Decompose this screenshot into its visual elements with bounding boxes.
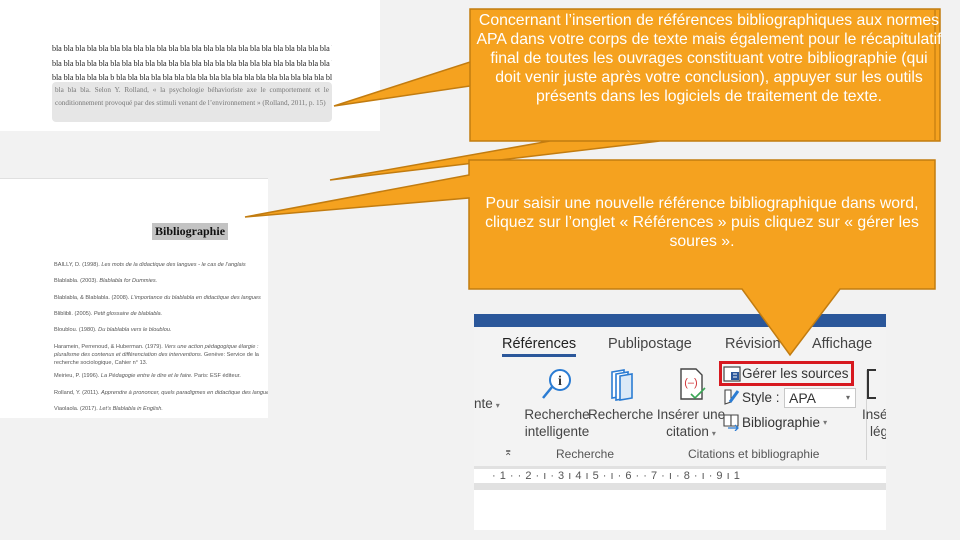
chevron-down-icon: ▾ xyxy=(845,393,850,402)
horizontal-ruler[interactable]: · 1 · · 2 · ı · 3 ı 4 ı 5 · ı · 6 · · 7 … xyxy=(474,469,886,483)
researcher-button[interactable]: Recherche xyxy=(588,366,653,423)
word-ribbon: Références Publipostage Révision Afficha… xyxy=(474,314,886,530)
smart-lookup-icon: i xyxy=(542,369,571,399)
bibliography-entry: BAILLY, D. (1998). Les mots de la didact… xyxy=(54,262,246,268)
bibliography-entry: Bloublou. (1980). Du blablabla vers le b… xyxy=(54,327,172,334)
body-text: bla bla bla bla bla bla bla bla bla bla … xyxy=(52,42,332,86)
body-line: bla bla bla bla bla bla bla bla bla bla … xyxy=(52,44,332,53)
insert-caption-button-cut[interactable]: Insé lég xyxy=(862,366,886,440)
smart-lookup-button[interactable]: i Recherche intelligente xyxy=(518,366,596,440)
bibliography-entry: Viaolaola. (2017). Let’s Blablabla in En… xyxy=(54,406,163,413)
svg-text:i: i xyxy=(558,374,562,389)
group-label-research: Recherche xyxy=(556,447,615,461)
bibliography-entry: Rolland, Y. (2011). Apprendre à prononce… xyxy=(54,389,268,396)
svg-text:(–): (–) xyxy=(684,377,697,389)
tab-mailings[interactable]: Publipostage xyxy=(608,336,692,352)
document-excerpt-citation: bla bla bla bla bla bla bla bla bla bla … xyxy=(0,0,380,131)
document-page xyxy=(474,490,886,530)
highlighted-citation: bla bla bla. Selon Y. Rolland, « la psyc… xyxy=(52,82,332,122)
insert-caption-icon xyxy=(867,369,876,399)
bibliography-title: Bibliographie xyxy=(152,223,229,240)
tab-view[interactable]: Affichage xyxy=(812,336,872,352)
bibliography-entry: Bliblibli. (2005). Petit glossaire de bl… xyxy=(54,310,163,317)
bibliography-entry: Blablabla, & Blablabla. (2008). L’import… xyxy=(54,294,261,301)
insert-citation-icon: (–) xyxy=(680,368,706,400)
style-icon xyxy=(724,389,740,405)
style-select[interactable]: APA ▾ xyxy=(784,388,856,408)
tab-review[interactable]: Révision xyxy=(725,336,781,352)
researcher-icon xyxy=(611,369,633,401)
bibliography-entry: Haramein, Perrenoud, & Huberman. (1979).… xyxy=(54,344,259,367)
bibliography-entry: Blablabla. (2003). Blablabla for Dummies… xyxy=(54,278,158,285)
group-label-citations: Citations et bibliographie xyxy=(688,447,820,461)
bibliography-entry: Meirieu, P. (1996). La Pédagogie entre l… xyxy=(54,373,241,380)
footnote-dropdown-cut[interactable]: nte ▾ xyxy=(474,395,500,414)
bibliography-button[interactable]: Bibliographie ▾ xyxy=(722,413,827,431)
title-bar xyxy=(474,314,886,327)
callout-intro-text: Concernant l’insertion de références bib… xyxy=(476,12,942,105)
callout-instruction-text: Pour saisir une nouvelle référence bibli… xyxy=(485,195,919,250)
insert-citation-button[interactable]: (–) Insérer une citation ▾ xyxy=(656,366,726,442)
body-line: bla bla bla bla bla bla bla bla bla bla … xyxy=(52,58,332,68)
document-excerpt-bibliography: Bibliographie BAILLY, D. (1998). Les mot… xyxy=(0,178,268,418)
dialog-launcher-icon[interactable]: ⌆ xyxy=(504,447,512,458)
manage-sources-icon xyxy=(723,365,741,382)
bibliography-list: BAILLY, D. (1998). Les mots de la didact… xyxy=(54,262,268,418)
manage-sources-button[interactable]: Gérer les sources xyxy=(719,361,854,386)
bibliography-icon xyxy=(723,414,739,431)
style-label: Style : xyxy=(722,388,780,406)
tab-references[interactable]: Références xyxy=(502,336,577,357)
ribbon-tabs: Références Publipostage Révision Afficha… xyxy=(474,336,886,358)
